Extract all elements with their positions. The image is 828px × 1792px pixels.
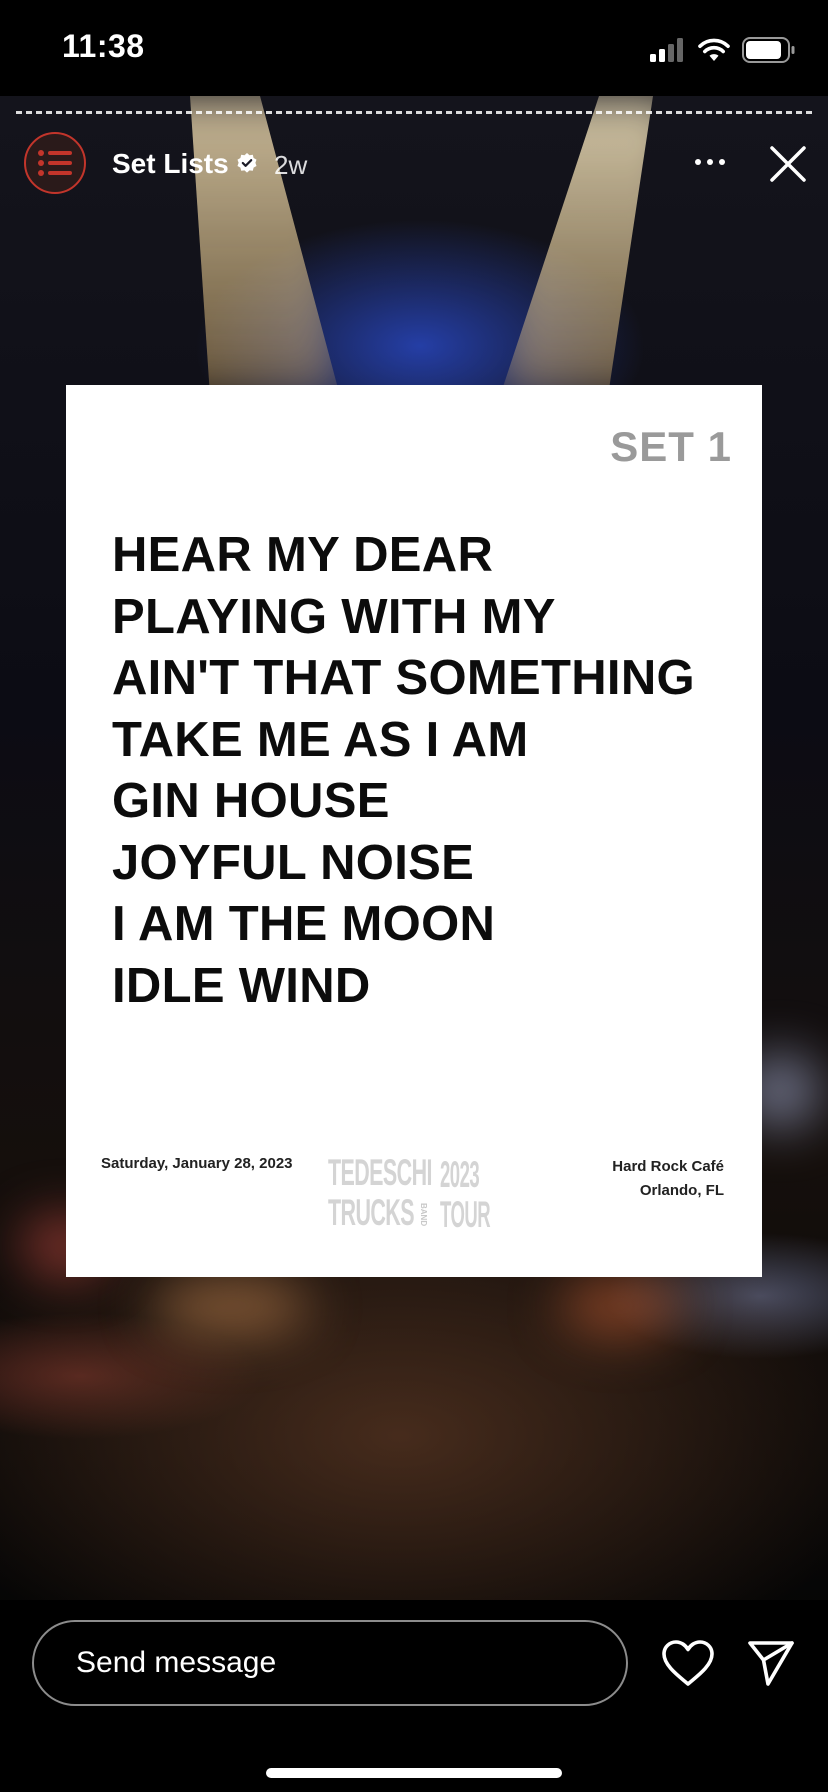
song-item: I AM THE MOON: [112, 897, 496, 951]
logo-line1: TEDESCHI: [328, 1152, 432, 1193]
reply-bar: [0, 1600, 828, 1792]
tour-logo: TEDESCHI TRUCKS BAND 2023 TOUR: [328, 1153, 504, 1237]
post-age: 2w: [274, 150, 308, 180]
logo-tour-text: TOUR: [440, 1194, 491, 1235]
stage-light-glow: [150, 1276, 310, 1336]
song-item: IDLE WIND: [112, 958, 371, 1013]
story-header: Set Lists 2w: [0, 128, 828, 200]
logo-band-name: TEDESCHI TRUCKS: [328, 1152, 432, 1233]
logo-line2: TRUCKS: [328, 1192, 415, 1233]
close-icon[interactable]: [764, 140, 812, 188]
song-item: PLAYING WITH MY: [112, 589, 556, 644]
song-item: AIN'T THAT SOMETHING: [112, 651, 695, 705]
song-item: TAKE ME AS I AM: [112, 712, 529, 767]
account-name[interactable]: Set Lists: [112, 148, 229, 180]
song-list: HEAR MY DEAR PLAYING WITH MY AIN'T THAT …: [112, 525, 695, 1017]
more-dot: [695, 159, 701, 165]
song-item: JOYFUL NOISE: [112, 835, 475, 890]
show-date: Saturday, January 28, 2023: [101, 1155, 293, 1172]
home-indicator[interactable]: [266, 1768, 562, 1778]
logo-year-text: 2023: [440, 1154, 480, 1195]
send-icon[interactable]: [746, 1638, 796, 1688]
song-item: HEAR MY DEAR: [112, 528, 494, 582]
cellular-signal-icon: [650, 38, 683, 62]
status-icons: [650, 36, 796, 64]
more-options-button[interactable]: [688, 144, 732, 180]
more-dot: [719, 159, 725, 165]
venue-name: Hard Rock Café: [612, 1158, 724, 1175]
send-message-input[interactable]: [32, 1620, 628, 1706]
more-dot: [707, 159, 713, 165]
avatar[interactable]: [24, 132, 86, 194]
logo-band-word: BAND: [419, 1203, 428, 1227]
stage-light-glow: [560, 1276, 680, 1336]
status-time: 11:38: [62, 28, 145, 64]
story-progress-bar: [16, 111, 812, 114]
battery-icon: [742, 37, 795, 63]
verified-badge-icon: [237, 153, 257, 173]
song-item: GIN HOUSE: [112, 774, 390, 828]
logo-year: 2023 TOUR: [440, 1154, 491, 1235]
heart-icon[interactable]: [660, 1638, 716, 1688]
list-icon: [38, 150, 72, 176]
setlist-card: SET 1 HEAR MY DEAR PLAYING WITH MY AIN'T…: [66, 385, 762, 1277]
venue: Hard Rock Café Orlando, FL: [612, 1155, 724, 1203]
venue-city: Orlando, FL: [639, 1182, 724, 1199]
status-bar: 11:38: [0, 0, 828, 96]
wifi-icon: [698, 38, 730, 61]
set-label: SET 1: [610, 423, 732, 470]
